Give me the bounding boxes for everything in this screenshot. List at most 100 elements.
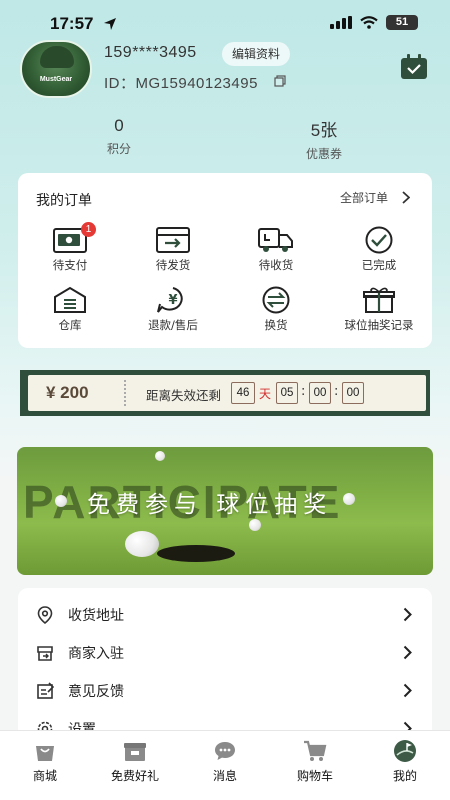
- order-refund-label: 退款/售后: [148, 318, 198, 332]
- order-pending-shipment[interactable]: 待发货: [128, 226, 218, 273]
- countdown-colon: :: [301, 384, 306, 399]
- countdown-hours: 05: [276, 382, 298, 404]
- tab-messages[interactable]: 消息: [180, 739, 270, 784]
- order-pending-payment[interactable]: 待支付 1: [25, 222, 115, 273]
- message-icon: [215, 742, 235, 760]
- coupon-divider: [124, 380, 126, 406]
- menu-merchant-join-label: 商家入驻: [68, 646, 124, 662]
- countdown-minutes: 00: [309, 382, 331, 404]
- orders-title: 我的订单: [36, 193, 92, 209]
- status-icons: 51: [330, 15, 418, 30]
- location-icon: [37, 606, 53, 624]
- countdown-seconds: 00: [342, 382, 364, 404]
- tab-cart[interactable]: 购物车: [270, 739, 360, 784]
- coupon-banner[interactable]: ¥ 200 距离失效还剩 46 天 05 : 00 : 00: [20, 370, 430, 416]
- warehouse-icon: [54, 286, 86, 313]
- signal-icon: [330, 16, 352, 29]
- calendar-checkin-icon[interactable]: [400, 54, 428, 80]
- points-value: 0: [114, 116, 124, 135]
- order-completed-label: 已完成: [361, 258, 397, 272]
- order-exchange[interactable]: 换货: [231, 286, 321, 333]
- countdown-days: 46: [231, 382, 255, 404]
- order-pending-receipt-label: 待收货: [258, 258, 294, 272]
- shop-bag-icon: [36, 746, 54, 761]
- chevron-right-icon: [403, 607, 412, 622]
- coupons-label: 优惠券: [305, 147, 342, 161]
- check-circle-icon: [365, 226, 393, 254]
- golf-ball-image: [125, 531, 159, 557]
- banner-headline: 免费参与 球位抽奖: [87, 492, 333, 518]
- phone-number: 159****3495: [104, 44, 197, 61]
- golf-hole-image: [157, 545, 235, 562]
- tab-shop[interactable]: 商城: [0, 739, 90, 784]
- refund-icon: ¥: [157, 287, 183, 313]
- pending-payment-badge: 1: [81, 222, 96, 237]
- orders-card: 我的订单 全部订单 待支付 1 待发货 待收货 已完成 仓库 ¥ 退款/售后 换…: [18, 173, 432, 348]
- golf-ball-image: [343, 493, 355, 505]
- tab-shop-label: 商城: [32, 769, 57, 783]
- user-id: ID：MG15940123495: [104, 75, 258, 92]
- coupon-ticket: ¥ 200 距离失效还剩 46 天 05 : 00 : 00: [28, 375, 426, 411]
- cart-icon: [304, 740, 327, 761]
- edit-profile-button[interactable]: 编辑资料: [222, 42, 291, 66]
- tab-profile-label: 我的: [392, 769, 417, 783]
- order-pending-receipt[interactable]: 待收货: [231, 226, 321, 273]
- menu-shipping-address-label: 收货地址: [68, 608, 124, 624]
- status-time: 17:57: [50, 14, 94, 33]
- bottom-tab-bar: 商城 免费好礼 消息 购物车 我的: [0, 730, 450, 800]
- tab-messages-label: 消息: [212, 769, 237, 783]
- wifi-icon: [360, 16, 378, 29]
- store-icon: [37, 646, 53, 661]
- feedback-icon: [37, 682, 54, 699]
- tab-free-gifts[interactable]: 免费好礼: [90, 739, 180, 784]
- truck-icon: [258, 228, 293, 252]
- copy-icon[interactable]: [274, 75, 286, 87]
- svg-text:¥: ¥: [168, 293, 177, 308]
- stats-row: 0 积分 5张 优惠券: [0, 116, 450, 162]
- order-lottery-records[interactable]: 球位抽奖记录: [334, 286, 424, 333]
- order-pending-shipment-label: 待发货: [155, 258, 191, 272]
- tab-profile[interactable]: 我的: [360, 739, 450, 784]
- avatar[interactable]: MustGear: [20, 40, 92, 98]
- box-ship-icon: [156, 227, 190, 253]
- all-orders-link[interactable]: 全部订单: [340, 189, 410, 206]
- order-exchange-label: 换货: [264, 318, 288, 332]
- exchange-icon: [262, 286, 290, 314]
- order-warehouse-label: 仓库: [58, 318, 82, 332]
- order-refund[interactable]: ¥ 退款/售后: [128, 286, 218, 333]
- order-lottery-records-label: 球位抽奖记录: [344, 318, 414, 332]
- chevron-right-icon: [403, 683, 412, 698]
- golf-profile-icon: [394, 740, 416, 762]
- menu-feedback[interactable]: 意见反馈: [18, 672, 432, 710]
- coupons-stat[interactable]: 5张 优惠券: [274, 116, 374, 162]
- points-label: 积分: [106, 142, 131, 156]
- order-pending-payment-label: 待支付: [52, 258, 88, 272]
- menu-shipping-address[interactable]: 收货地址: [18, 596, 432, 634]
- status-bar: 17:57 51: [0, 0, 450, 40]
- golf-ball-image: [55, 495, 67, 507]
- tab-free-gifts-label: 免费好礼: [110, 769, 159, 783]
- profile-header: MustGear 159****3495 编辑资料 ID：MG159401234…: [0, 40, 450, 100]
- gift-icon: [363, 287, 395, 313]
- battery-icon: 51: [386, 15, 418, 30]
- countdown-day-unit: 天: [259, 387, 272, 401]
- countdown-label: 距离失效还剩: [146, 388, 222, 403]
- coupons-value: 5张: [310, 121, 338, 140]
- menu-merchant-join[interactable]: 商家入驻: [18, 634, 432, 672]
- lottery-promo-banner[interactable]: PARTICIPATE 免费参与 球位抽奖: [17, 447, 433, 575]
- avatar-logo-text: MustGear: [39, 76, 73, 83]
- order-completed[interactable]: 已完成: [334, 226, 424, 273]
- points-stat[interactable]: 0 积分: [69, 116, 169, 157]
- order-warehouse[interactable]: 仓库: [25, 286, 115, 333]
- all-orders-label: 全部订单: [339, 191, 388, 205]
- countdown-colon: :: [334, 384, 339, 399]
- menu-feedback-label: 意见反馈: [68, 684, 124, 700]
- location-arrow-icon: [104, 18, 116, 30]
- chevron-right-icon: [402, 191, 410, 204]
- golf-ball-image: [155, 451, 165, 461]
- coupon-amount: ¥ 200: [46, 383, 89, 402]
- golf-ball-image: [249, 519, 261, 531]
- chevron-right-icon: [403, 645, 412, 660]
- gift-box-icon: [124, 743, 146, 761]
- tab-cart-label: 购物车: [296, 769, 333, 783]
